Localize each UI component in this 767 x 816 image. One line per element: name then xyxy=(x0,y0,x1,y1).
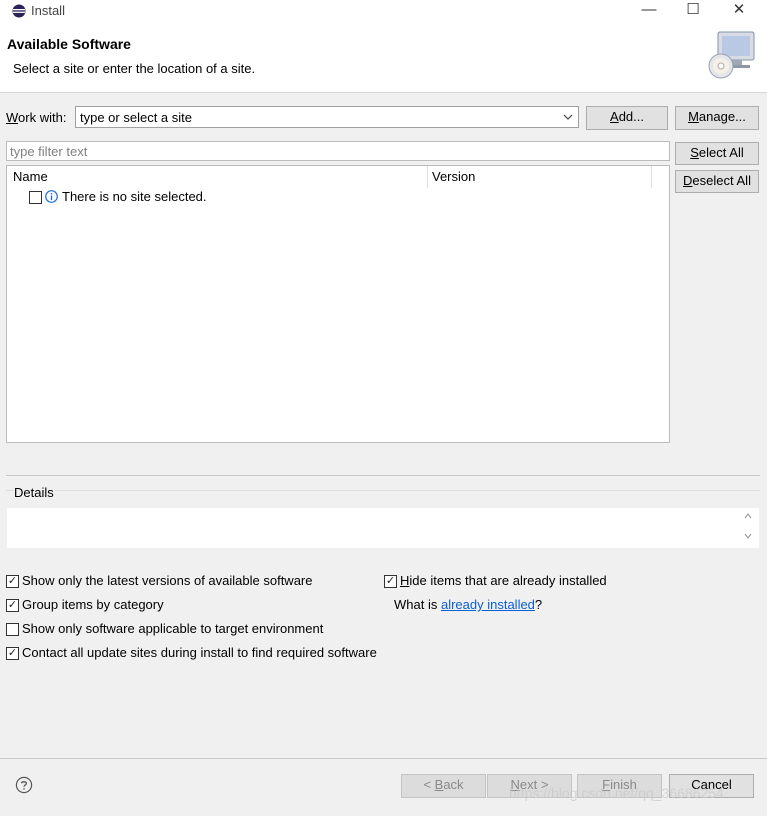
manage-button[interactable]: Manage... xyxy=(675,106,759,130)
eclipse-icon xyxy=(12,4,26,18)
title-bar: Install — ☐ ✕ xyxy=(0,0,767,22)
close-button[interactable]: ✕ xyxy=(716,0,762,22)
hide-installed-label[interactable]: Hide items that are already installed xyxy=(400,573,607,588)
group-by-category-checkbox[interactable]: ✓ xyxy=(6,599,19,612)
info-icon xyxy=(45,190,58,203)
chevron-up-icon[interactable] xyxy=(743,511,753,521)
deselect-all-button[interactable]: Deselect All xyxy=(675,170,759,193)
minimize-button[interactable]: — xyxy=(626,0,672,22)
hide-installed-checkbox[interactable]: ✓ xyxy=(384,575,397,588)
chevron-down-icon[interactable] xyxy=(743,531,753,541)
latest-versions-label[interactable]: Show only the latest versions of availab… xyxy=(22,573,313,588)
contact-update-sites-checkbox[interactable]: ✓ xyxy=(6,647,19,660)
software-tree[interactable]: Name Version There is no site selected. xyxy=(6,165,670,443)
latest-versions-checkbox[interactable]: ✓ xyxy=(6,575,19,588)
what-is-installed-text: What is already installed? xyxy=(394,597,543,612)
separator xyxy=(6,475,760,476)
group-by-category-label[interactable]: Group items by category xyxy=(22,597,164,612)
details-text-area[interactable] xyxy=(7,508,759,548)
chevron-down-icon[interactable] xyxy=(562,111,574,123)
target-environment-label[interactable]: Show only software applicable to target … xyxy=(22,621,323,636)
column-header-name[interactable]: Name xyxy=(13,169,48,184)
column-divider[interactable] xyxy=(427,166,428,188)
site-combo[interactable]: type or select a site xyxy=(75,106,579,128)
page-subtitle: Select a site or enter the location of a… xyxy=(13,61,256,76)
separator xyxy=(0,758,767,759)
target-environment-checkbox[interactable] xyxy=(6,623,19,636)
column-header-version[interactable]: Version xyxy=(432,169,475,184)
details-group: Details xyxy=(6,485,760,568)
back-button[interactable]: < Back xyxy=(401,774,486,798)
watermark: https://blog.csdn.net/qq_36686254 xyxy=(509,785,724,801)
filter-input[interactable] xyxy=(6,141,670,161)
tree-row-label: There is no site selected. xyxy=(62,189,207,204)
work-with-label: Work with: xyxy=(6,110,67,125)
wizard-header: Available Software Select a site or ente… xyxy=(0,22,767,93)
select-all-button[interactable]: Select All xyxy=(675,142,759,165)
add-button[interactable]: Add... xyxy=(586,106,668,130)
tree-row-checkbox[interactable] xyxy=(29,191,42,204)
already-installed-link[interactable]: already installed xyxy=(441,597,535,612)
contact-update-sites-label[interactable]: Contact all update sites during install … xyxy=(22,645,377,660)
help-icon[interactable] xyxy=(15,776,33,794)
install-software-icon xyxy=(708,31,755,79)
maximize-button[interactable]: ☐ xyxy=(670,0,716,22)
site-combo-value[interactable]: type or select a site xyxy=(80,110,192,125)
column-divider[interactable] xyxy=(651,166,652,188)
window-title: Install xyxy=(31,3,65,18)
details-label: Details xyxy=(13,485,55,500)
page-heading: Available Software xyxy=(7,36,131,52)
